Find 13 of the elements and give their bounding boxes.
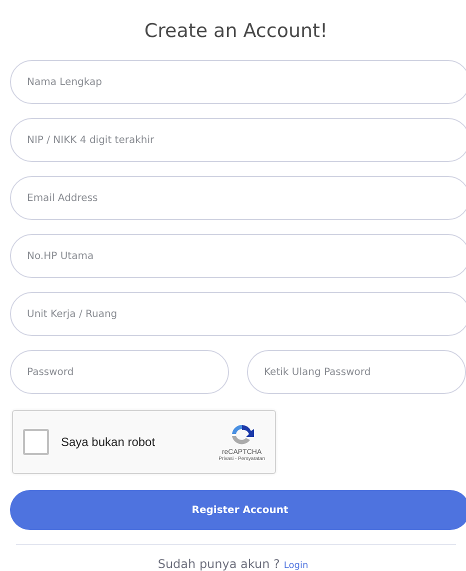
password-field[interactable]: Ketik Ulang Password xyxy=(247,350,466,394)
password-field[interactable]: Password xyxy=(10,350,229,394)
text-field[interactable]: NIP / NIKK 4 digit terakhir xyxy=(10,118,466,162)
text-field[interactable]: Email Address xyxy=(10,176,466,220)
captcha-checkbox[interactable] xyxy=(23,429,49,455)
text-field[interactable]: Nama Lengkap xyxy=(10,60,466,104)
footer-text: Sudah punya akun ? xyxy=(158,557,280,571)
page-title: Create an Account! xyxy=(143,20,329,42)
register-button[interactable]: Register Account xyxy=(10,490,466,530)
text-field[interactable]: Unit Kerja / Ruang xyxy=(10,292,466,336)
text-field[interactable]: No.HP Utama xyxy=(10,234,466,278)
login-link[interactable]: Login xyxy=(284,561,308,571)
captcha-label: Saya bukan robot xyxy=(61,435,156,449)
